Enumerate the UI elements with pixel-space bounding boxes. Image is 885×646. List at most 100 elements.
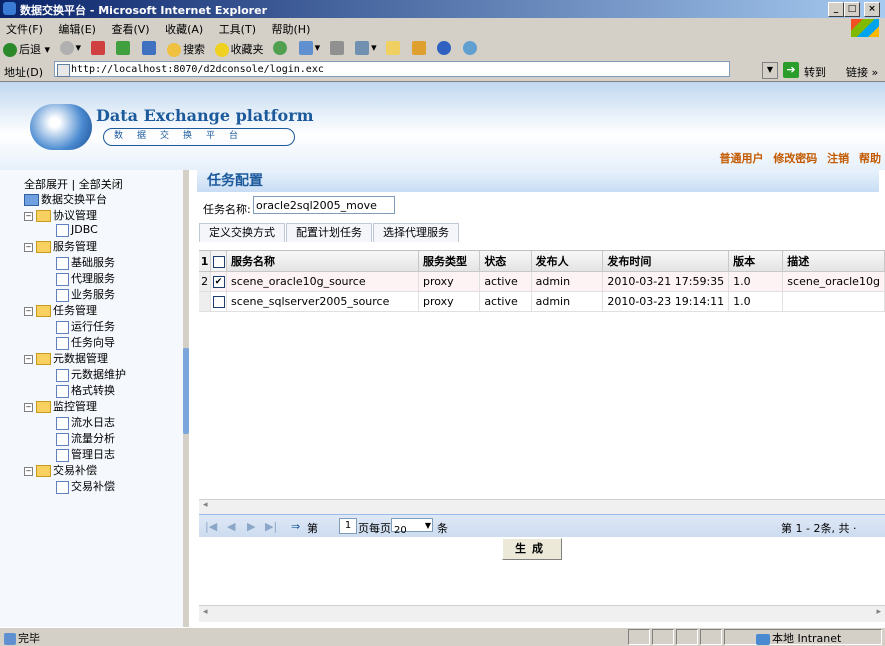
research-button[interactable]: [409, 37, 431, 55]
menu-view[interactable]: 查看(V): [105, 18, 155, 37]
tree-item-task-wizard[interactable]: 任务向导: [56, 334, 115, 350]
tree-folder-protocol[interactable]: − 协议管理: [24, 207, 97, 223]
links-button[interactable]: 链接 »: [846, 64, 878, 80]
edit-button[interactable]: ▾: [352, 37, 380, 55]
address-input[interactable]: http://localhost:8070/d2dconsole/login.e…: [54, 61, 730, 77]
per-page-unit: 条: [437, 522, 448, 535]
col-description[interactable]: 描述: [782, 251, 885, 272]
collapse-toggle-icon[interactable]: −: [24, 211, 33, 221]
row-checkbox[interactable]: [210, 291, 227, 312]
change-password-link[interactable]: 修改密码: [773, 152, 817, 165]
folder-icon: [36, 401, 51, 413]
goto-page-button[interactable]: ⇒: [291, 520, 300, 533]
scroll-left-icon[interactable]: ◂: [203, 607, 208, 617]
tab-select-proxy[interactable]: 选择代理服务: [373, 223, 459, 242]
table-row[interactable]: 2 ✔ scene_oracle10g_source proxy active …: [199, 271, 885, 292]
tree-folder-service[interactable]: − 服务管理: [24, 238, 97, 254]
pagination-bar: |◀ ◀ ▶ ▶| ⇒ 第 1 页 每页 20 ▼ 条 第 1 - 2条, 共 ·: [199, 514, 885, 537]
back-arrow-icon: [3, 43, 17, 57]
col-publish-time[interactable]: 发布时间: [602, 251, 730, 272]
refresh-button[interactable]: [113, 37, 135, 55]
media-button[interactable]: [460, 37, 482, 55]
tab-schedule-task[interactable]: 配置计划任务: [286, 223, 372, 242]
address-dropdown-button[interactable]: ▼: [762, 62, 778, 79]
menu-edit[interactable]: 编辑(E): [52, 18, 102, 37]
tree-item-basic-service[interactable]: 基础服务: [56, 254, 115, 270]
help-link[interactable]: 帮助: [859, 152, 881, 165]
intranet-icon: [756, 633, 770, 645]
menu-file[interactable]: 文件(F): [0, 18, 49, 37]
col-version[interactable]: 版本: [728, 251, 784, 272]
scroll-right-icon[interactable]: ▸: [876, 607, 881, 617]
tab-define-exchange[interactable]: 定义交换方式: [199, 223, 285, 242]
tree-item-run-task[interactable]: 运行任务: [56, 318, 115, 334]
col-status[interactable]: 状态: [479, 251, 532, 272]
tree-label: 交易补偿: [71, 480, 115, 493]
per-page-select[interactable]: 20 ▼: [391, 518, 433, 536]
col-publisher[interactable]: 发布人: [531, 251, 604, 272]
collapse-toggle-icon[interactable]: −: [24, 354, 33, 364]
forward-button[interactable]: ▾: [57, 37, 85, 55]
tree-item-jdbc[interactable]: JDBC: [56, 223, 98, 237]
menu-tools[interactable]: 工具(T): [213, 18, 262, 37]
collapse-toggle-icon[interactable]: −: [24, 242, 33, 252]
task-name-input[interactable]: oracle2sql2005_move: [253, 196, 395, 214]
scroll-left-icon[interactable]: ◂: [203, 500, 208, 510]
tree-item-flow-log[interactable]: 流水日志: [56, 414, 115, 430]
home-button[interactable]: [139, 37, 161, 55]
generate-button[interactable]: 生成: [502, 538, 562, 560]
back-button[interactable]: 后退 ▾: [0, 37, 53, 57]
close-button[interactable]: ×: [864, 2, 880, 17]
logout-link[interactable]: 注销: [827, 152, 849, 165]
row-checkbox[interactable]: ✔: [210, 271, 227, 292]
collapse-toggle-icon[interactable]: −: [24, 402, 33, 412]
page-number-input[interactable]: 1: [339, 518, 357, 534]
tree-folder-compensation[interactable]: − 交易补偿: [24, 462, 97, 478]
tree-folder-metadata[interactable]: − 元数据管理: [24, 350, 108, 366]
menu-favorites[interactable]: 收藏(A): [159, 18, 209, 37]
mail-button[interactable]: ▾: [296, 37, 324, 55]
history-button[interactable]: [270, 37, 292, 55]
collapse-all-link[interactable]: 全部关闭: [79, 178, 123, 191]
tree-folder-task[interactable]: − 任务管理: [24, 302, 97, 318]
search-button[interactable]: 搜索: [164, 37, 208, 57]
tree-item-admin-log[interactable]: 管理日志: [56, 446, 115, 462]
tree-item-compensation[interactable]: 交易补偿: [56, 478, 115, 494]
tree-folder-monitor[interactable]: − 监控管理: [24, 398, 97, 414]
table-row[interactable]: scene_sqlserver2005_source proxy active …: [199, 291, 885, 312]
user-role-link[interactable]: 普通用户: [719, 152, 763, 165]
go-button[interactable]: 转到: [804, 64, 826, 80]
tree-item-format-convert[interactable]: 格式转换: [56, 382, 115, 398]
prev-page-button[interactable]: ◀: [227, 520, 235, 533]
last-page-button[interactable]: ▶|: [265, 520, 277, 533]
tree-item-business-service[interactable]: 业务服务: [56, 286, 115, 302]
forward-arrow-icon: [59, 41, 74, 55]
messenger-button[interactable]: [434, 37, 456, 55]
stop-button[interactable]: [88, 37, 110, 55]
maximize-button[interactable]: □: [844, 2, 860, 17]
go-arrow-icon[interactable]: ➔: [783, 62, 799, 78]
folder-icon: [36, 465, 51, 477]
tree-root[interactable]: 数据交换平台: [24, 191, 107, 207]
zone-label: 本地 Intranet: [772, 632, 842, 645]
discuss-button[interactable]: [383, 37, 405, 55]
page-horizontal-scrollbar[interactable]: ◂ ▸: [199, 605, 885, 622]
next-page-button[interactable]: ▶: [247, 520, 255, 533]
tree-item-metadata-maintain[interactable]: 元数据维护: [56, 366, 126, 382]
tree-item-traffic-analysis[interactable]: 流量分析: [56, 430, 115, 446]
collapse-toggle-icon[interactable]: −: [24, 466, 33, 476]
favorites-button[interactable]: 收藏夹: [212, 37, 267, 57]
cell-description: [782, 291, 885, 312]
tree-item-proxy-service[interactable]: 代理服务: [56, 270, 115, 286]
print-button[interactable]: [327, 37, 349, 55]
col-service-type[interactable]: 服务类型: [418, 251, 481, 272]
expand-all-link[interactable]: 全部展开: [24, 178, 68, 191]
select-all-checkbox[interactable]: [210, 251, 227, 272]
col-service-name[interactable]: 服务名称: [226, 251, 419, 272]
cell-publish-time: 2010-03-21 17:59:35: [602, 271, 730, 292]
minimize-button[interactable]: _: [828, 2, 844, 17]
collapse-toggle-icon[interactable]: −: [24, 306, 33, 316]
menu-help[interactable]: 帮助(H): [266, 18, 317, 37]
first-page-button[interactable]: |◀: [205, 520, 217, 533]
grid-horizontal-scrollbar[interactable]: ◂: [199, 499, 885, 514]
